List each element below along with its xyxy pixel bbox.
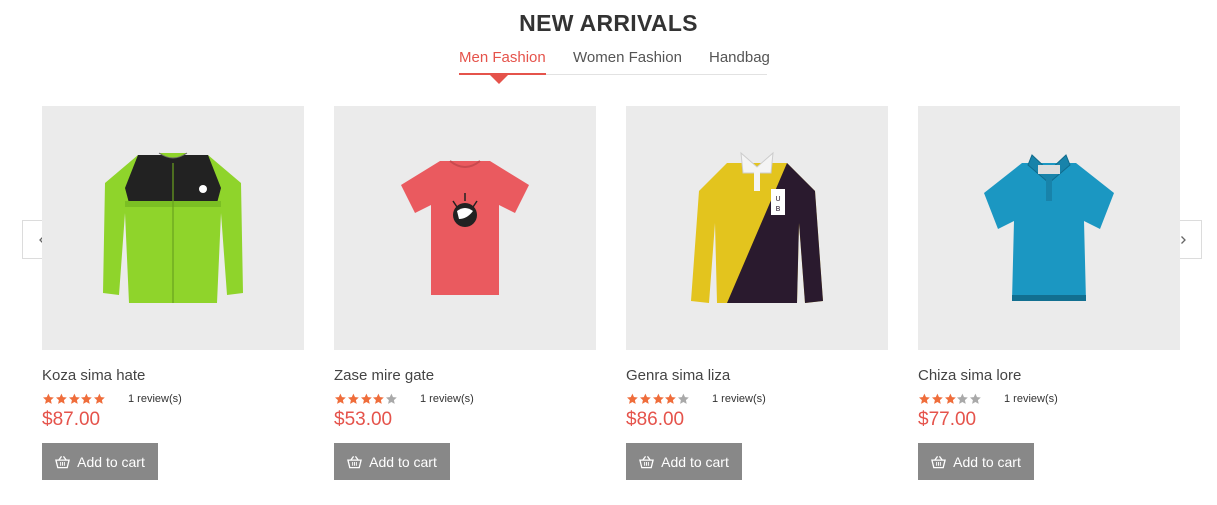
green-long-sleeve-shirt-image: [103, 152, 243, 303]
basket-icon: [931, 455, 947, 468]
product-card: U B Genra sima liza 1 review(s) $86.00 A…: [626, 106, 888, 480]
product-image[interactable]: [918, 106, 1180, 350]
star-icon: [652, 393, 664, 404]
star-icon: [94, 393, 105, 404]
star-icon: [347, 393, 359, 404]
product-card: Chiza sima lore 1 review(s) $77.00 Add t…: [918, 106, 1180, 480]
star-icon: [931, 393, 943, 404]
product-name[interactable]: Zase mire gate: [334, 367, 596, 385]
product-image[interactable]: [42, 106, 304, 350]
rating-row: 1 review(s): [918, 392, 1180, 406]
product-price: $77.00: [918, 409, 977, 430]
add-to-cart-button[interactable]: Add to cart: [918, 443, 1034, 480]
category-tabs: Men Fashion Women Fashion Handbag: [459, 48, 770, 84]
star-icon: [42, 393, 54, 404]
star-icon: [360, 393, 372, 404]
rating-row: 1 review(s): [626, 392, 888, 406]
product-card: Zase mire gate 1 review(s) $53.00 Add to…: [334, 106, 596, 480]
add-to-cart-button[interactable]: Add to cart: [334, 443, 450, 480]
add-to-cart-label: Add to cart: [369, 453, 437, 470]
rating-row: 1 review(s): [42, 392, 304, 406]
add-to-cart-label: Add to cart: [661, 453, 729, 470]
star-icon: [918, 393, 930, 404]
product-price: $53.00: [334, 409, 393, 430]
star-icon: [81, 393, 93, 404]
star-icon: [386, 393, 397, 404]
active-tab-arrow-icon: [490, 75, 508, 84]
product-name[interactable]: Chiza sima lore: [918, 367, 1180, 385]
product-name[interactable]: Genra sima liza: [626, 367, 888, 385]
svg-text:B: B: [776, 205, 781, 213]
star-icon: [678, 393, 689, 404]
tab-handbag[interactable]: Handbag: [709, 48, 770, 75]
tab-women-fashion[interactable]: Women Fashion: [573, 48, 682, 75]
svg-text:U: U: [775, 195, 780, 203]
star-icon: [626, 393, 638, 404]
star-icon: [665, 393, 677, 404]
product-image[interactable]: [334, 106, 596, 350]
add-to-cart-button[interactable]: Add to cart: [42, 443, 158, 480]
basket-icon: [639, 455, 655, 468]
tab-men-fashion[interactable]: Men Fashion: [459, 48, 546, 75]
rating-row: 1 review(s): [334, 392, 596, 406]
star-rating: [918, 393, 1004, 405]
review-count: 1 review(s): [420, 393, 474, 405]
star-icon: [639, 393, 651, 404]
add-to-cart-label: Add to cart: [77, 453, 145, 470]
product-name[interactable]: Koza sima hate: [42, 367, 304, 385]
star-icon: [334, 393, 346, 404]
star-icon: [957, 393, 969, 404]
review-count: 1 review(s): [712, 393, 766, 405]
review-count: 1 review(s): [128, 393, 182, 405]
star-icon: [944, 393, 956, 404]
star-icon: [970, 393, 981, 404]
star-icon: [373, 393, 385, 404]
add-to-cart-button[interactable]: Add to cart: [626, 443, 742, 480]
section-title: NEW ARRIVALS: [519, 10, 698, 36]
star-rating: [334, 393, 420, 405]
product-price: $87.00: [42, 409, 101, 430]
star-icon: [68, 393, 80, 404]
review-count: 1 review(s): [1004, 393, 1058, 405]
basket-icon: [347, 455, 363, 468]
star-icon: [55, 393, 67, 404]
blue-polo-shirt-image: [984, 154, 1114, 301]
yellow-purple-rugby-shirt-image: U B: [691, 151, 823, 303]
basket-icon: [55, 455, 71, 468]
star-rating: [626, 393, 712, 405]
red-t-shirt-image: [401, 160, 529, 295]
product-price: $86.00: [626, 409, 685, 430]
add-to-cart-label: Add to cart: [953, 453, 1021, 470]
product-image[interactable]: U B: [626, 106, 888, 350]
star-rating: [42, 393, 128, 405]
product-card: Koza sima hate 1 review(s) $87.00 Add to…: [42, 106, 304, 480]
